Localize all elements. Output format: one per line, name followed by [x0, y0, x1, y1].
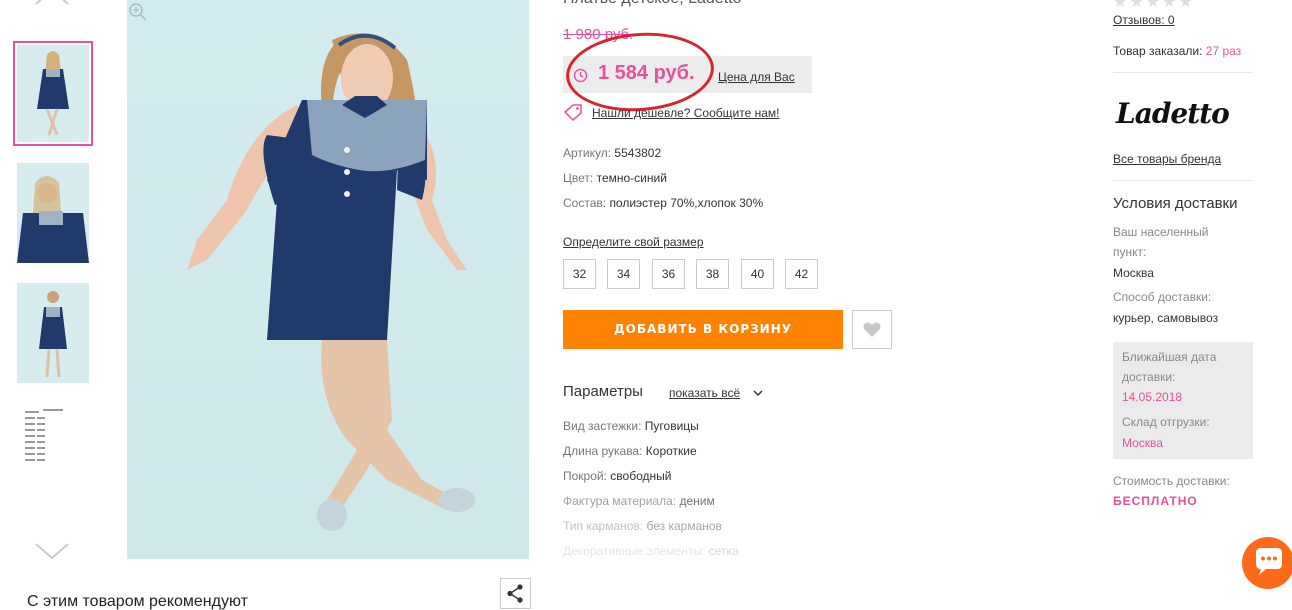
price-for-you-link[interactable]: Цена для Вас — [718, 70, 795, 84]
delivery-cost-value: БЕСПЛАТНО — [1113, 494, 1198, 508]
product-title: Платье детское, Ladetto — [563, 0, 742, 8]
params-show-all-link[interactable]: показать всё — [669, 386, 740, 400]
thumbs-down-arrow-icon[interactable] — [34, 540, 70, 562]
delivery-cost-label: Стоимость доставки: — [1113, 474, 1230, 488]
thumbnail-2[interactable] — [17, 163, 89, 263]
param-cut: Покрой: свободный — [563, 469, 672, 483]
delivery-heading: Условия доставки — [1113, 195, 1238, 212]
reviews-link[interactable]: Отзывов: 0 — [1113, 13, 1175, 27]
attr-composition: Состав: полиэстер 70%,хлопок 30% — [563, 196, 764, 210]
thumbnail-size-chart[interactable] — [17, 403, 89, 503]
zoom-icon[interactable] — [128, 2, 148, 22]
param-texture: Фактура материала: деним — [563, 494, 715, 508]
divider — [1113, 180, 1253, 181]
nearest-date-value: 14.05.2018 — [1122, 390, 1183, 404]
thumbnail-1[interactable] — [13, 41, 93, 146]
locality-value[interactable]: Москва — [1113, 266, 1154, 280]
chat-button[interactable] — [1242, 537, 1292, 589]
warehouse-value: Москва — [1122, 436, 1163, 450]
param-fastener: Вид застежки: Пуговицы — [563, 419, 699, 433]
size-option[interactable]: 34 — [607, 259, 640, 289]
size-option[interactable]: 32 — [563, 259, 596, 289]
nearest-date-label: Ближайшая дата доставки: — [1122, 350, 1217, 384]
brand-logo[interactable]: Ladetto — [1116, 97, 1230, 130]
warehouse-label: Склад отгрузки: — [1122, 415, 1210, 429]
add-to-cart-button[interactable]: ДОБАВИТЬ В КОРЗИНУ — [563, 310, 843, 349]
delivery-method-value: курьер, самовывоз — [1113, 311, 1219, 325]
rating-stars[interactable]: ★★★★★ — [1113, 0, 1195, 11]
thumbnail-3[interactable] — [17, 283, 89, 383]
share-icon — [507, 584, 523, 603]
thumbs-up-arrow-icon[interactable] — [34, 0, 70, 6]
attr-article: Артикул: 5543802 — [563, 146, 662, 160]
attr-color: Цвет: темно-синий — [563, 171, 667, 185]
divider — [1113, 72, 1253, 73]
params-heading: Параметры — [563, 383, 643, 400]
ordered-count: Товар заказали: 27 раз — [1113, 44, 1242, 58]
param-pockets: Тип карманов: без карманов — [563, 519, 722, 533]
delivery-method-label: Способ доставки: — [1113, 290, 1212, 304]
brand-products-link[interactable]: Все товары бренда — [1113, 152, 1221, 166]
price-tag-icon — [563, 104, 582, 121]
size-option[interactable]: 38 — [696, 259, 729, 289]
size-option[interactable]: 42 — [785, 259, 818, 289]
chat-icon — [1256, 548, 1282, 575]
found-cheaper-link[interactable]: Нашли дешевле? Сообщите нам! — [592, 106, 779, 120]
recommend-heading: С этим товаром рекомендуют — [27, 593, 248, 610]
heart-icon — [863, 322, 881, 337]
share-button[interactable] — [500, 578, 531, 609]
param-decor: Декоративные элементы: сетка — [563, 544, 739, 558]
chevron-down-icon[interactable] — [752, 388, 764, 398]
size-option[interactable]: 36 — [652, 259, 685, 289]
product-main-image[interactable] — [127, 0, 529, 559]
param-sleeve: Длина рукава: Короткие — [563, 444, 697, 458]
size-option[interactable]: 40 — [741, 259, 774, 289]
favorite-button[interactable] — [852, 310, 892, 349]
locality-label: Ваш населенный пункт: — [1113, 225, 1209, 259]
size-guide-link[interactable]: Определите свой размер — [563, 235, 704, 249]
